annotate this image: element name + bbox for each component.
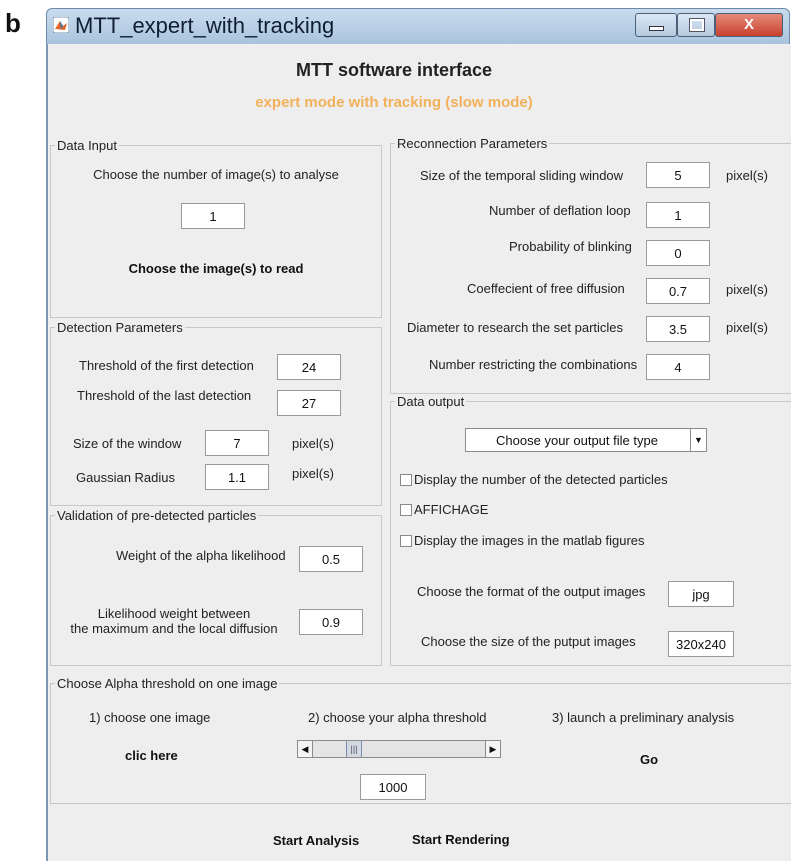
detected-particles-checkbox[interactable] (400, 474, 412, 486)
likelihood-weight-label-line1: Likelihood weight between (97, 606, 251, 621)
slider-right-arrow-icon[interactable]: ▶ (485, 741, 500, 757)
alpha-threshold-input[interactable]: 1000 (360, 774, 426, 800)
chevron-down-icon[interactable]: ▼ (690, 429, 706, 451)
maximize-button[interactable] (677, 13, 715, 37)
validation-legend: Validation of pre-detected particles (57, 508, 257, 523)
minimize-icon (649, 26, 664, 31)
alpha-likelihood-input[interactable]: 0.5 (299, 546, 363, 572)
page-subtitle: expert mode with tracking (slow mode) (255, 94, 533, 111)
close-icon: X (743, 16, 754, 33)
sliding-window-unit: pixel(s) (726, 168, 768, 183)
page-title: MTT software interface (295, 60, 493, 80)
sliding-window-label: Size of the temporal sliding window (420, 168, 624, 183)
step-launch-analysis-label: 3) launch a preliminary analysis (552, 710, 735, 725)
slider-thumb[interactable]: ||| (346, 741, 362, 757)
window-size-label: Size of the window (73, 436, 182, 451)
start-analysis-button[interactable]: Start Analysis (273, 833, 359, 848)
image-count-input[interactable]: 1 (181, 203, 245, 229)
sliding-window-input[interactable]: 5 (646, 162, 710, 188)
read-images-button[interactable]: Choose the image(s) to read (50, 261, 382, 276)
free-diffusion-input[interactable]: 0.7 (646, 278, 710, 304)
data-output-legend: Data output (397, 394, 465, 409)
likelihood-weight-input[interactable]: 0.9 (299, 609, 363, 635)
likelihood-weight-label-line2: the maximum and the local diffusion (70, 621, 278, 636)
output-format-input[interactable]: jpg (668, 581, 734, 607)
output-format-label: Choose the format of the output images (417, 584, 646, 599)
matlab-figures-label: Display the images in the matlab figures (414, 533, 645, 548)
affichage-label: AFFICHAGE (414, 502, 489, 517)
clic-here-button[interactable]: clic here (125, 748, 178, 763)
output-size-input[interactable]: 320x240 (668, 631, 734, 657)
blinking-input[interactable]: 0 (646, 240, 710, 266)
free-diffusion-unit: pixel(s) (726, 282, 768, 297)
first-detection-label: Threshold of the first detection (79, 358, 254, 373)
figure-panel-label: b (5, 8, 21, 38)
likelihood-weight-label: Likelihood weight between the maximum an… (58, 606, 290, 636)
free-diffusion-label: Coeffecient of free diffusion (467, 281, 625, 296)
diameter-label: Diameter to research the set particles (407, 320, 624, 335)
validation-panel: Validation of pre-detected particles (50, 508, 382, 666)
diameter-unit: pixel(s) (726, 320, 768, 335)
window-size-input[interactable]: 7 (205, 430, 269, 456)
minimize-button[interactable] (635, 13, 677, 37)
last-detection-label: Threshold of the last detection (77, 388, 252, 403)
slider-left-arrow-icon[interactable]: ◀ (298, 741, 313, 757)
diameter-input[interactable]: 3.5 (646, 316, 710, 342)
step-alpha-threshold-label: 2) choose your alpha threshold (308, 710, 487, 725)
gaussian-radius-input[interactable]: 1.1 (205, 464, 269, 490)
output-file-type-value: Choose your output file type (496, 433, 658, 448)
alpha-threshold-slider[interactable]: ◀ ||| ▶ (297, 740, 501, 758)
last-detection-input[interactable]: 27 (277, 390, 341, 416)
alpha-threshold-legend: Choose Alpha threshold on one image (57, 676, 278, 691)
gaussian-radius-unit: pixel(s) (292, 466, 334, 481)
image-count-label: Choose the number of image(s) to analyse (93, 167, 339, 182)
app-window: MTT software interface expert mode with … (46, 44, 791, 861)
deflation-loop-label: Number of deflation loop (489, 203, 631, 218)
window-titlebar[interactable]: MTT_expert_with_tracking X (46, 8, 790, 45)
gaussian-radius-label: Gaussian Radius (76, 470, 175, 485)
deflation-loop-input[interactable]: 1 (646, 202, 710, 228)
detected-particles-label: Display the number of the detected parti… (414, 472, 668, 487)
output-size-label: Choose the size of the putput images (421, 634, 636, 649)
data-input-legend: Data Input (57, 138, 117, 153)
restrict-combinations-label: Number restricting the combinations (429, 357, 638, 372)
go-button[interactable]: Go (640, 752, 658, 767)
window-size-unit: pixel(s) (292, 436, 334, 451)
window-title: MTT_expert_with_tracking (75, 13, 335, 38)
output-file-type-select[interactable]: Choose your output file type ▼ (465, 428, 707, 452)
alpha-likelihood-label: Weight of the alpha likelihood (116, 548, 286, 563)
restrict-combinations-input[interactable]: 4 (646, 354, 710, 380)
blinking-label: Probability of blinking (509, 239, 632, 254)
start-rendering-button[interactable]: Start Rendering (412, 832, 510, 847)
maximize-icon (689, 18, 705, 32)
matlab-figures-checkbox[interactable] (400, 535, 412, 547)
detection-legend: Detection Parameters (57, 320, 183, 335)
step-choose-image-label: 1) choose one image (89, 710, 211, 725)
affichage-checkbox[interactable] (400, 504, 412, 516)
first-detection-input[interactable]: 24 (277, 354, 341, 380)
reconnection-legend: Reconnection Parameters (397, 136, 548, 151)
matlab-icon (53, 17, 69, 33)
close-button[interactable]: X (715, 13, 783, 37)
